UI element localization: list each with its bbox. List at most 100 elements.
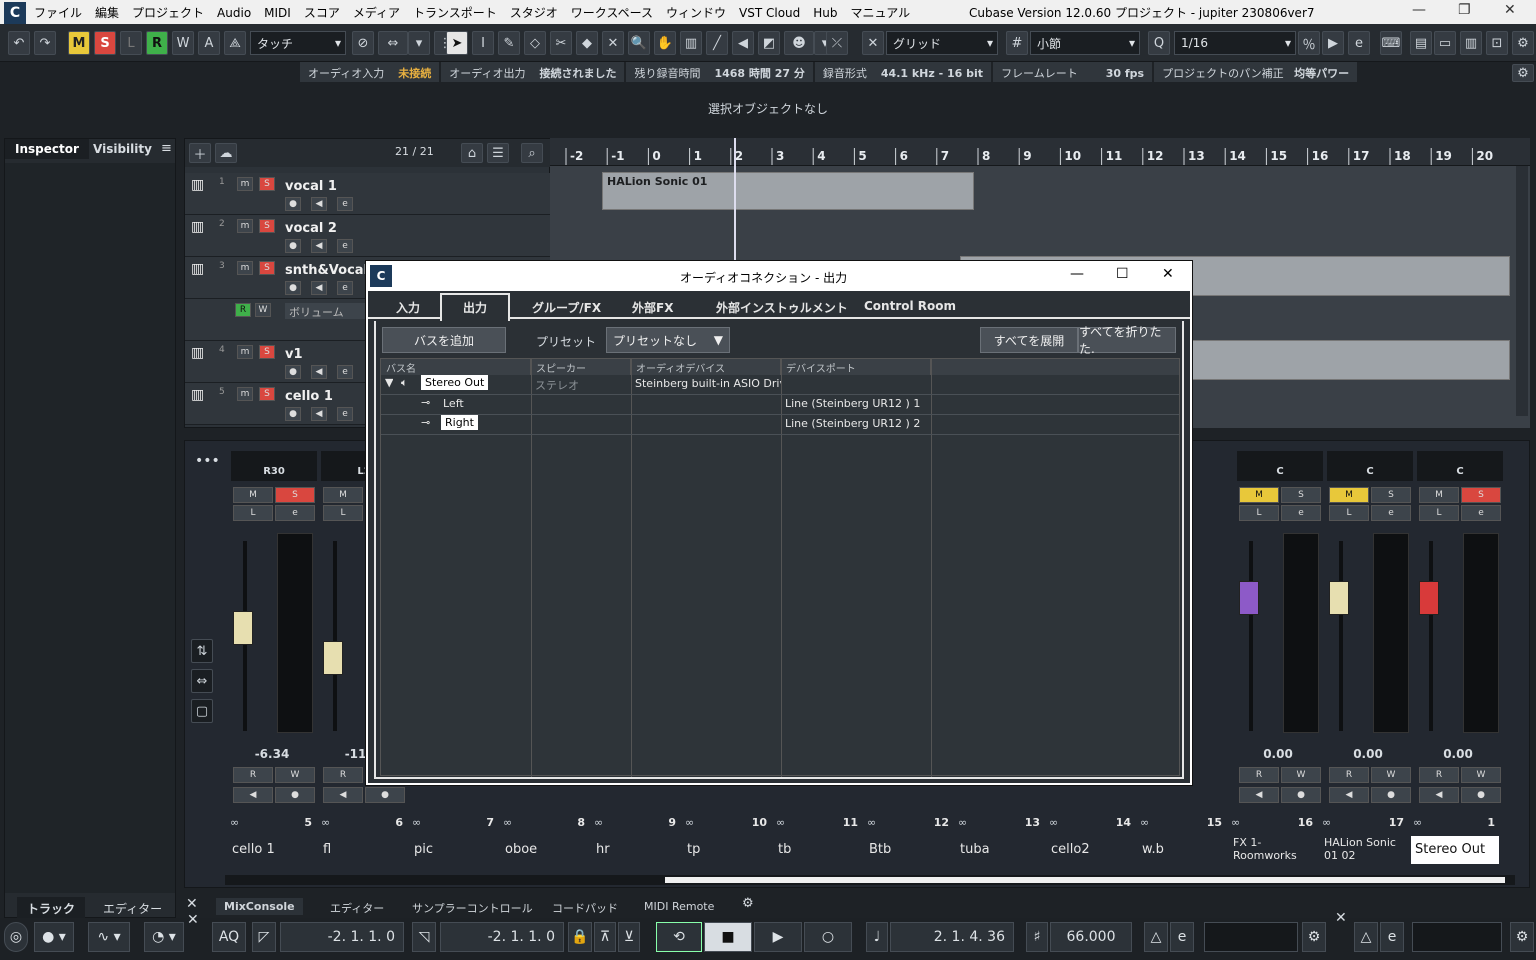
monitor-button[interactable]: ◀: [311, 239, 327, 253]
listen-button[interactable]: L: [1239, 505, 1279, 521]
mute-button[interactable]: m: [237, 261, 253, 275]
menu-icon[interactable]: ≡: [161, 141, 172, 156]
pan-control[interactable]: R30: [231, 451, 317, 481]
tab-external-instrument[interactable]: 外部インストゥルメント: [708, 295, 856, 319]
tab-inspector[interactable]: Inspector: [5, 139, 89, 159]
channel-row[interactable]: ⊸ Right Line (Steinberg UR12 ) 2: [381, 415, 1179, 435]
edit-button[interactable]: e: [337, 365, 353, 379]
vertical-scrollbar[interactable]: [1516, 166, 1528, 416]
gear-icon[interactable]: ⚙: [1302, 922, 1326, 952]
automation-param[interactable]: ボリューム: [285, 303, 365, 319]
undo-icon[interactable]: ↶: [8, 31, 30, 55]
right-locator-field[interactable]: -2. 1. 1. 0: [440, 922, 564, 952]
lower-zone-icon[interactable]: ▭: [1434, 31, 1456, 55]
quantize-icon[interactable]: Q: [1148, 31, 1170, 55]
pan-control[interactable]: C: [1327, 451, 1413, 481]
link-icon[interactable]: ∞: [321, 816, 330, 829]
channel-name[interactable]: tuba: [956, 836, 1044, 864]
combine-icon[interactable]: ▥: [680, 31, 702, 55]
more-options-icon[interactable]: •••: [195, 453, 220, 469]
track-name[interactable]: v1: [285, 347, 303, 362]
automation-mode-icon[interactable]: ⟁: [224, 31, 246, 55]
zoom-icon[interactable]: 🔍: [628, 31, 650, 55]
solo-button[interactable]: S: [259, 177, 275, 191]
read-button[interactable]: R: [235, 303, 251, 317]
link-icon[interactable]: ∞: [230, 816, 239, 829]
volume-fader[interactable]: [1329, 581, 1349, 615]
split-icon[interactable]: ✂: [550, 31, 572, 55]
link-icon[interactable]: ∞: [503, 816, 512, 829]
metronome-icon[interactable]: △: [1144, 922, 1168, 952]
edit-channel-icon[interactable]: e: [1461, 505, 1501, 521]
punch-out-icon[interactable]: ⊻: [618, 922, 640, 952]
performance-icon[interactable]: ◎: [4, 922, 28, 952]
track-name[interactable]: snth&Vocal: [285, 263, 368, 278]
metronome-mode-icon[interactable]: ◔ ▾: [144, 922, 184, 952]
volume-fader[interactable]: [323, 641, 343, 675]
menu-item-10[interactable]: ウィンドウ: [666, 6, 726, 20]
record-button[interactable]: ●: [275, 787, 315, 803]
link-icon[interactable]: ∞: [776, 816, 785, 829]
record-button[interactable]: ●: [1461, 787, 1501, 803]
channel-name[interactable]: oboe: [501, 836, 589, 864]
minimize-icon[interactable]: —: [1070, 266, 1084, 282]
gear-icon[interactable]: ⚙: [1512, 64, 1534, 82]
link-icon[interactable]: ∞: [685, 816, 694, 829]
link-icon[interactable]: ∞: [867, 816, 876, 829]
gear-icon[interactable]: ⚙: [742, 896, 754, 911]
record-enable-button[interactable]: ●: [285, 407, 301, 421]
mute-tool-icon[interactable]: ✕: [602, 31, 624, 55]
write-button[interactable]: W: [275, 767, 315, 783]
listen-button[interactable]: L: [1419, 505, 1459, 521]
link-icon[interactable]: ∞: [1231, 816, 1240, 829]
write-button[interactable]: W: [1281, 767, 1321, 783]
monitor-icon[interactable]: ▢: [191, 699, 213, 723]
iterative-quantize-icon[interactable]: ％: [1298, 31, 1320, 55]
framerate-status[interactable]: フレームレート 30 fps: [993, 62, 1153, 82]
channel-name[interactable]: tp: [683, 836, 771, 864]
edit-channel-icon[interactable]: e: [1281, 505, 1321, 521]
tab-visibility[interactable]: Visibility: [83, 139, 162, 159]
range-select-icon[interactable]: I: [472, 31, 494, 55]
grid-type-select[interactable]: 小節 ▾: [1030, 31, 1140, 55]
channel-name[interactable]: Left: [443, 397, 464, 410]
fader-view-icon[interactable]: ⇅: [191, 639, 213, 663]
hand-icon[interactable]: ✋: [654, 31, 676, 55]
close-icon[interactable]: ✕: [1504, 2, 1516, 18]
solo-button[interactable]: S: [1281, 487, 1321, 503]
edit-button[interactable]: e: [337, 239, 353, 253]
read-button[interactable]: R: [1419, 767, 1459, 783]
read-button[interactable]: R: [1239, 767, 1279, 783]
volume-fader[interactable]: [233, 611, 253, 645]
record-enable-button[interactable]: ●: [285, 239, 301, 253]
track-row[interactable]: ▥ 1 m S vocal 1 ● ◀ e: [185, 173, 551, 215]
channel-name[interactable]: HALion Sonic 01 02: [1320, 836, 1408, 864]
grid-icon[interactable]: #: [1006, 31, 1028, 55]
link-icon[interactable]: ∞: [1413, 816, 1422, 829]
menu-item-7[interactable]: トランスポート: [413, 6, 497, 20]
keyboard-icon[interactable]: ⌨: [1380, 31, 1402, 55]
read-button[interactable]: R: [233, 767, 273, 783]
close-icon[interactable]: ✕: [1335, 910, 1347, 926]
write-button[interactable]: W: [255, 303, 271, 317]
device-port[interactable]: Line (Steinberg UR12 ) 1: [785, 397, 920, 410]
tab-output[interactable]: 出力: [440, 293, 510, 321]
monitor-button[interactable]: ◀: [1329, 787, 1369, 803]
edit-button[interactable]: e: [337, 197, 353, 211]
link-icon[interactable]: ∞: [594, 816, 603, 829]
right-locator-icon[interactable]: ◹: [412, 922, 436, 952]
channel-name[interactable]: Right: [441, 415, 478, 430]
solo-button[interactable]: S: [259, 261, 275, 275]
link-icon[interactable]: ∞: [958, 816, 967, 829]
menu-item-1[interactable]: 編集: [95, 6, 119, 20]
line-icon[interactable]: ╱: [706, 31, 728, 55]
channel-name[interactable]: FX 1-Roomworks SE: [1229, 836, 1317, 864]
solo-all-button[interactable]: S: [94, 31, 116, 55]
close-icon[interactable]: ✕: [187, 912, 199, 928]
menu-item-3[interactable]: Audio: [217, 6, 251, 20]
channel-name[interactable]: tb: [774, 836, 862, 864]
tab-0[interactable]: MixConsole: [216, 898, 303, 915]
play-tool-icon[interactable]: ◀: [732, 31, 754, 55]
write-all-button[interactable]: W: [172, 31, 194, 55]
snap-icon[interactable]: ✕: [862, 31, 884, 55]
